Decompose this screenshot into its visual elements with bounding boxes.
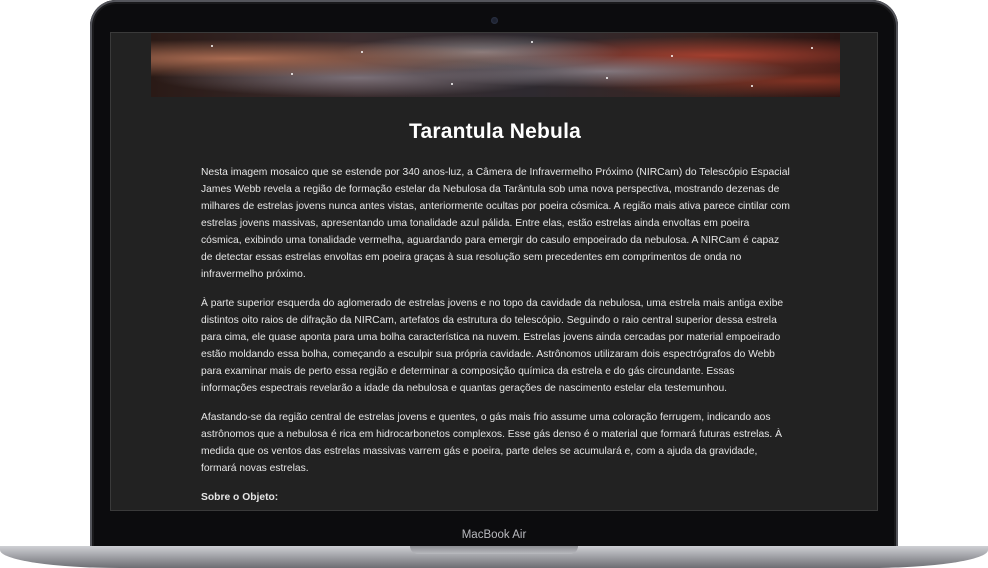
camera-icon (491, 17, 498, 24)
laptop-hinge-notch (410, 546, 578, 554)
hero-nebula-image (151, 33, 840, 97)
paragraph: À parte superior esquerda do aglomerado … (201, 298, 784, 394)
device-brand-label: MacBook Air (461, 529, 527, 541)
paragraph: Afastando-se da região central de estrel… (201, 412, 782, 474)
article-body: Nesta imagem mosaico que se estende por … (201, 164, 791, 510)
laptop-screen: Tarantula Nebula Nesta imagem mosaico qu… (110, 32, 878, 511)
paragraph: Nesta imagem mosaico que se estende por … (201, 167, 790, 280)
page-title: Tarantula Nebula (408, 120, 581, 143)
about-heading: Sobre o Objeto: (201, 492, 279, 503)
